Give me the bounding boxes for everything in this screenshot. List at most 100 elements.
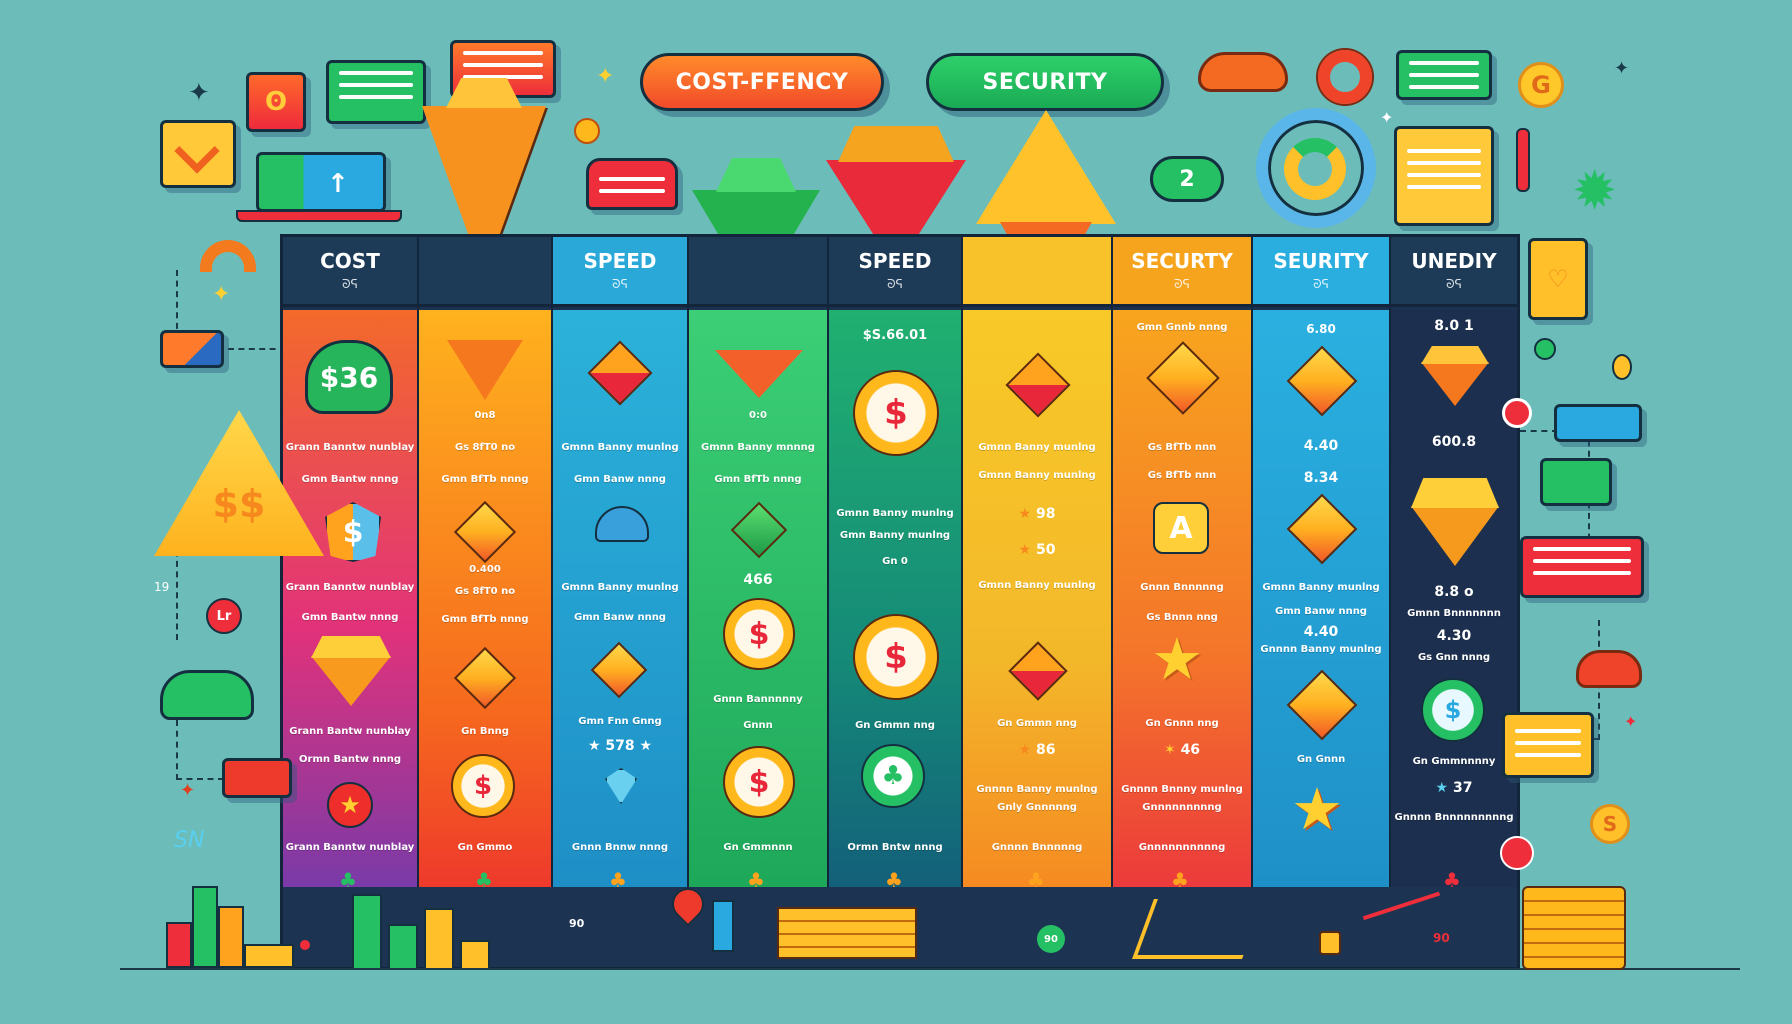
- column-header[interactable]: UNEDIY ᘐᕋ: [1391, 237, 1517, 307]
- badge-90: 90: [569, 917, 585, 930]
- column-header[interactable]: [689, 237, 827, 307]
- cloud-green-icon: [160, 670, 254, 720]
- cell-text: Ormn Bntw nnng: [847, 842, 943, 853]
- cloud-green-icon: 2: [1150, 156, 1224, 202]
- cell-text: Gmn Banw nnng: [574, 474, 666, 485]
- cell-value: 8.0 1: [1434, 318, 1474, 334]
- red-badge-icon: [1500, 836, 1534, 870]
- star-icon: ✶: [1163, 742, 1181, 758]
- cell-text: Gmnn Bnnnnnnn: [1407, 608, 1501, 619]
- red-badge-icon: [1502, 398, 1532, 428]
- coin-green-icon: $: [1421, 678, 1485, 742]
- column-header[interactable]: SEURITY ᘐᕋ: [1253, 237, 1389, 307]
- cell-text: Gnnn Bnnw nnng: [571, 842, 669, 853]
- comparison-table: COST ᘐᕋ $36 Grann Banntw nunblay Gmn Ban…: [280, 234, 1520, 970]
- column-subtitle: ᘐᕋ: [1313, 277, 1329, 291]
- cell-value: 0:0: [749, 410, 767, 421]
- stacked-bricks-icon: [777, 907, 917, 959]
- cell-text: Gs BfTb nnn: [1147, 470, 1217, 481]
- column-body: 6.80 4.40 8.34 Gmnn Banny munlng Gmn Ban…: [1253, 310, 1389, 887]
- cost-efficiency-badge[interactable]: COST-FFENCY: [640, 53, 884, 111]
- cell-text: Gmnn Banny munlng: [978, 580, 1096, 591]
- column-title: SPEED: [583, 249, 657, 273]
- column-header[interactable]: [419, 237, 551, 307]
- diamond-icon: [1286, 345, 1358, 417]
- bar: [244, 944, 294, 968]
- cell-value: 0.400: [469, 564, 501, 575]
- cell-text: Gnnnn Banny munlng: [976, 784, 1098, 795]
- cell-text: Gn Gmmn nng: [855, 720, 935, 731]
- chat-bubble-icon: [326, 60, 426, 124]
- lr-badge-icon: Lr: [206, 598, 242, 634]
- cell-text: Gnnnn Banny munlng: [1260, 644, 1382, 655]
- column-header[interactable]: SPEED ᘐᕋ: [829, 237, 961, 307]
- dollar-shield-icon: $: [325, 502, 381, 562]
- rating-value: ★ 50: [963, 542, 1111, 558]
- coin-green-icon: ♣: [861, 744, 925, 808]
- star-icon: ★: [587, 738, 606, 754]
- cell-text: Gn Gmmnnn: [723, 842, 793, 853]
- column-subtitle: ᘐᕋ: [612, 277, 628, 291]
- column-subtitle: ᘐᕋ: [1446, 277, 1462, 291]
- column-security: SECURTY ᘐᕋ Gmn Gnnb nnng Gs BfTb nnn Gs …: [1113, 237, 1253, 890]
- badge-icon: ʘ: [246, 72, 306, 132]
- cloud-icon: [1198, 52, 1288, 92]
- column-body: 0n8 Gs 8fT0 no Gmn BfTb nnng 0.400 Gs 8f…: [419, 310, 551, 890]
- green-card-icon: [1540, 458, 1612, 506]
- star-icon: ★: [1291, 775, 1343, 843]
- badge-90-red: 90: [1433, 931, 1450, 945]
- rating-number: 86: [1035, 742, 1056, 758]
- gem-icon: [1421, 362, 1489, 406]
- warning-label: $$: [212, 482, 266, 526]
- cell-text: Gnnnn Bnnny munlng: [1121, 784, 1243, 795]
- padlock-small-icon: [1319, 931, 1341, 955]
- column-header[interactable]: SECURTY ᘐᕋ: [1113, 237, 1251, 307]
- security-badge[interactable]: SECURITY: [926, 53, 1164, 111]
- column-body: 8.0 1 600.8 8.8 o Gmnn Bnnnnnnn 4.30 Gs …: [1391, 310, 1517, 890]
- diamond-icon: [453, 646, 517, 710]
- label-19: 19: [154, 580, 170, 594]
- star-badge-icon: ★: [327, 782, 373, 828]
- column-title: SEURITY: [1273, 249, 1369, 273]
- bar: [352, 894, 382, 970]
- cell-text: Gs 8fT0 no: [454, 586, 516, 597]
- hook-icon: [1516, 128, 1530, 192]
- diamond-icon: [587, 340, 653, 406]
- sparkle-icon: ✦: [596, 64, 615, 89]
- coin-small-icon: [1612, 354, 1632, 380]
- trend-line-icon: [1132, 899, 1264, 959]
- cell-text: Gs 8fT0 no: [454, 442, 516, 453]
- column-title: UNEDIY: [1411, 249, 1497, 273]
- column-header[interactable]: COST ᘐᕋ: [283, 237, 417, 307]
- rating-value: ★ 98: [963, 506, 1111, 522]
- column-header[interactable]: [963, 237, 1111, 307]
- star-icon: ★: [1018, 506, 1036, 522]
- cell-value: 4.40: [1303, 438, 1339, 454]
- cell-text: Gn Gnnn: [1296, 754, 1346, 765]
- cell-text: Gnnnn Bnnnnng: [991, 842, 1083, 853]
- red-dot: [300, 940, 310, 950]
- column-2: 0n8 Gs 8fT0 no Gmn BfTb nnng 0.400 Gs 8f…: [419, 237, 553, 890]
- gem-icon: [311, 656, 391, 706]
- column-security-2: SEURITY ᘐᕋ 6.80 4.40 8.34 Gmnn Banny mun…: [1253, 237, 1391, 887]
- coin-icon: $: [853, 614, 939, 700]
- rating-number: 98: [1035, 506, 1056, 522]
- sparkle-icon: ✦: [180, 780, 196, 801]
- sparkle-icon: ✦: [188, 78, 210, 108]
- badge-90-green: 90: [1037, 925, 1065, 953]
- cell-text: Gmn Bantw nnng: [301, 474, 399, 485]
- gear-coin-icon: $: [451, 754, 515, 818]
- column-subtitle: ᘐᕋ: [342, 277, 358, 291]
- rating-value: ★ 37: [1391, 780, 1517, 796]
- diamond-icon: [1146, 341, 1220, 415]
- gem-icon: [447, 340, 523, 400]
- cell-text: Ormn Bantw nnng: [299, 754, 401, 765]
- column-body: 0:0 Gmnn Banny mnnng Gmn BfTb nnng 466 $…: [689, 310, 827, 890]
- column-header[interactable]: SPEED ᘐᕋ: [553, 237, 687, 307]
- rating-value: ★ 86: [963, 742, 1111, 758]
- column-body: $S.66.01 $ Gmnn Banny munlng Gmn Banny m…: [829, 310, 961, 890]
- column-unediy: UNEDIY ᘐᕋ 8.0 1 600.8 8.8 o Gmnn Bnnnnnn…: [1391, 237, 1517, 890]
- gem-icon: [715, 350, 803, 398]
- cell-value: 466: [743, 572, 773, 588]
- gem-icon: [1411, 506, 1499, 566]
